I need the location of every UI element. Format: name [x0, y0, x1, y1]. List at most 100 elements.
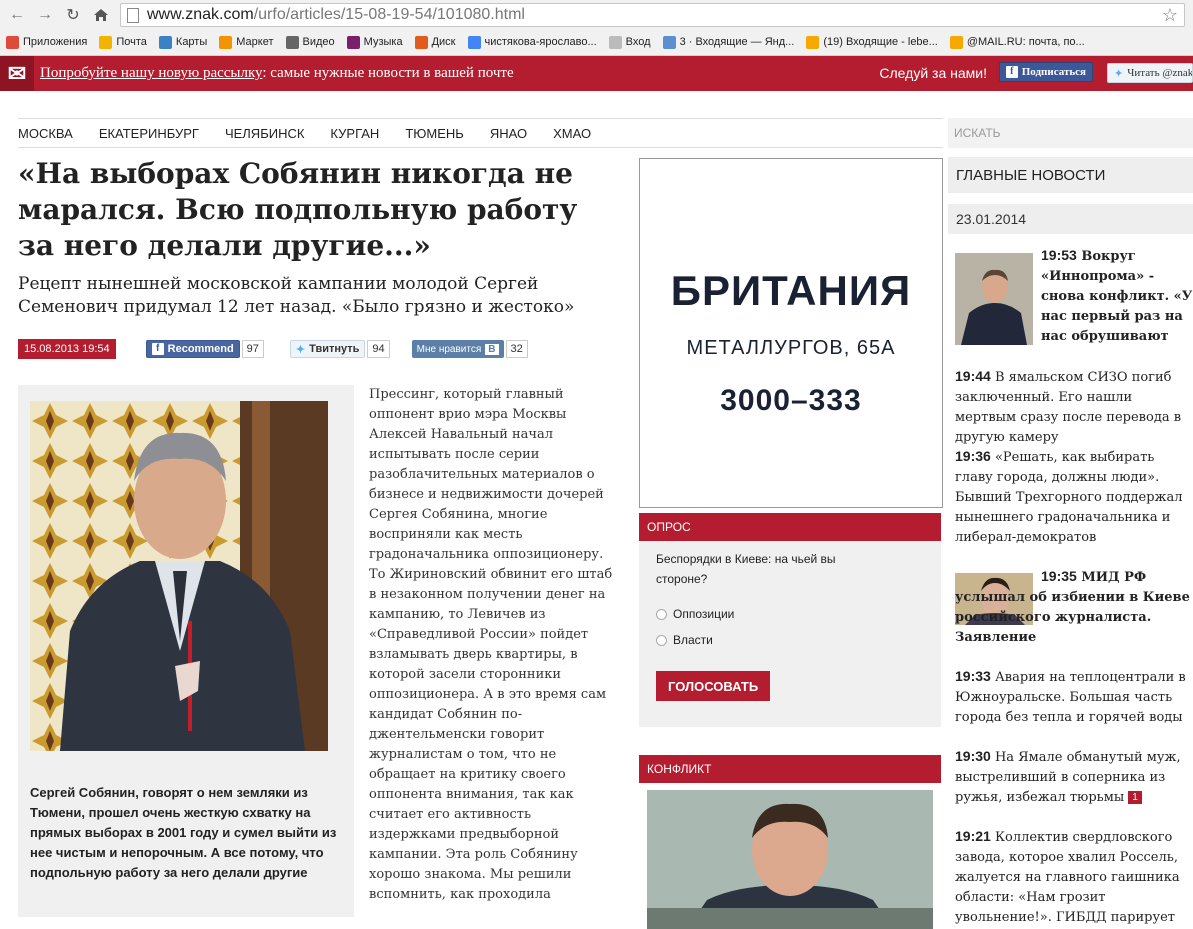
- bookmark-item[interactable]: Почта: [99, 35, 147, 49]
- news-time: 19:53: [1041, 247, 1077, 263]
- city-link[interactable]: ТЮМЕНЬ: [405, 126, 464, 141]
- bookmark-item[interactable]: Вход: [608, 35, 651, 49]
- cities-nav: МОСКВА ЕКАТЕРИНБУРГ ЧЕЛЯБИНСК КУРГАН ТЮМЕНЬ Я…: [18, 118, 943, 148]
- ad-banner[interactable]: БРИТАНИЯ МЕТАЛЛУРГОВ, 65А 3000–333: [639, 158, 943, 508]
- envelope-icon: ✉: [0, 56, 34, 91]
- city-link[interactable]: КУРГАН: [330, 126, 379, 141]
- disk-icon: [414, 35, 428, 49]
- forward-arrow-icon[interactable]: →: [36, 6, 54, 24]
- city-link[interactable]: ХМАО: [553, 126, 591, 141]
- reload-icon[interactable]: ↻: [64, 6, 82, 24]
- vk-like-label: Мне нравится: [416, 343, 482, 355]
- bookmark-item[interactable]: @MAIL.RU: почта, по...: [949, 35, 1085, 49]
- article-body: Прессинг, который главный оппонент врио …: [369, 387, 613, 902]
- url-path: /urfo/articles/15-08-19-54/101080.html: [253, 6, 525, 23]
- bookmark-item[interactable]: Диск: [414, 35, 456, 49]
- poll-option-government[interactable]: Власти: [656, 633, 713, 647]
- bookmark-label: Приложения: [23, 36, 88, 48]
- fb-count: 97: [241, 340, 264, 358]
- ad-phone: 3000–333: [720, 384, 862, 417]
- bookmark-item[interactable]: Музыка: [346, 35, 403, 49]
- apps-grid-icon: [6, 35, 19, 49]
- bookmark-label: 3 · Входящие — Янд...: [679, 36, 795, 48]
- back-arrow-icon[interactable]: ←: [8, 6, 26, 24]
- page-icon: [608, 35, 622, 49]
- article-date: 15.08.2013 19:54: [18, 339, 116, 359]
- news-text: Вокруг «Иннопрома» - снова конфликт. «У …: [1041, 249, 1193, 344]
- vk-like-button[interactable]: Мне нравится B: [411, 340, 504, 358]
- news-time: 19:30: [955, 748, 991, 764]
- news-item-7[interactable]: 19:21 Коллектив свердловского завода, ко…: [955, 826, 1193, 926]
- bookmark-item[interactable]: чистякова-ярославо...: [467, 35, 597, 49]
- home-icon[interactable]: [92, 6, 110, 24]
- search-input[interactable]: ИСКАТЬ: [948, 118, 1193, 148]
- radio-button[interactable]: [656, 608, 667, 620]
- facebook-recommend-button[interactable]: f Recommend: [145, 340, 240, 358]
- twitter-share: ✦ Твитнуть 94: [289, 340, 390, 358]
- city-link[interactable]: ЕКАТЕРИНБУРГ: [99, 126, 199, 141]
- tweet-button[interactable]: ✦ Твитнуть: [289, 340, 366, 358]
- bookmark-star-icon[interactable]: ☆: [1162, 5, 1178, 26]
- bookmark-label: (19) Входящие - lebe...: [823, 36, 938, 48]
- news-date: 23.01.2014: [948, 204, 1193, 234]
- bookmark-label: Почта: [116, 36, 147, 48]
- poll-header: ОПРОС: [639, 513, 941, 541]
- bookmark-label: Музыка: [363, 36, 403, 48]
- news-item-1[interactable]: 19:53 Вокруг «Иннопрома» - снова конфлик…: [955, 245, 1193, 349]
- poll-option-opposition[interactable]: Оппозиции: [656, 607, 734, 621]
- article-photo-block: Сергей Собянин, говорят о нем земляки из…: [18, 385, 354, 917]
- twitter-bird-icon: ✦: [1114, 67, 1124, 80]
- newsletter-promo-bar: ✉ Попробуйте нашу новую рассылку: самые …: [0, 56, 1193, 91]
- news-text: «Решать, как выбирать главу города, долж…: [955, 450, 1183, 545]
- tweet-label: Твитнуть: [309, 343, 360, 355]
- city-link[interactable]: ЧЕЛЯБИНСК: [225, 126, 304, 141]
- bookmark-label: Диск: [431, 36, 456, 48]
- market-icon: [219, 35, 233, 49]
- photo-caption: Сергей Собянин, говорят о нем земляки из…: [30, 785, 337, 880]
- radio-button[interactable]: [656, 634, 667, 646]
- newsletter-link[interactable]: Попробуйте нашу новую рассылку: [40, 65, 262, 81]
- bookmark-item[interactable]: Маркет: [219, 35, 274, 49]
- address-bar[interactable]: www.znak.com/urfo/articles/15-08-19-54/1…: [120, 3, 1185, 27]
- fb-subscribe-label: Подписаться: [1021, 66, 1086, 78]
- bookmark-label: Вход: [625, 36, 651, 48]
- facebook-icon: f: [151, 343, 164, 355]
- article-meta: 15.08.2013 19:54 f Recommend 97 ✦ Твитнуть…: [18, 339, 528, 359]
- news-item-6[interactable]: 19:30 На Ямале обманутый муж, выстреливш…: [955, 746, 1193, 808]
- bookmark-item[interactable]: Видео: [285, 35, 335, 49]
- article-lead: Рецепт нынешней московской кампании моло…: [18, 274, 575, 317]
- article-title: «На выборах Собянин никогда не марался. …: [18, 157, 578, 262]
- music-icon: [346, 35, 360, 49]
- bookmark-label: Видео: [302, 36, 335, 48]
- poll-widget: Беспорядки в Киеве: на чьей вы стороне? …: [639, 541, 941, 727]
- news-item-4[interactable]: 19:35 МИД РФ услышал об избиении в Киеве…: [955, 566, 1193, 646]
- bookmark-item[interactable]: (19) Входящие - lebe...: [806, 35, 938, 49]
- bookmark-label: чистякова-ярославо...: [484, 36, 597, 48]
- conflict-header: КОНФЛИКТ: [639, 755, 941, 783]
- article-photo[interactable]: [30, 401, 328, 751]
- bookmark-item[interactable]: 3 · Входящие — Янд...: [662, 35, 795, 49]
- page-icon: [127, 7, 139, 23]
- bookmarks-bar: Приложения Почта Карты Маркет Видео Музыка Дис…: [0, 30, 1193, 54]
- vote-button[interactable]: ГОЛОСОВАТЬ: [656, 671, 771, 701]
- twitter-follow-button[interactable]: ✦ Читать @znak: [1107, 63, 1193, 83]
- comment-count-badge[interactable]: 1: [1128, 791, 1142, 804]
- promo-text[interactable]: Попробуйте нашу новую рассылку: самые ну…: [40, 65, 514, 82]
- poll-option-label: Оппозиции: [673, 607, 735, 621]
- facebook-subscribe-button[interactable]: f Подписаться: [998, 62, 1093, 82]
- ad-address: МЕТАЛЛУРГОВ, 65А: [686, 337, 896, 359]
- city-link[interactable]: ЯНАО: [490, 126, 527, 141]
- poll-question: Беспорядки в Киеве: на чьей вы стороне?: [656, 552, 836, 586]
- promo-rest-text: : самые нужные новости в вашей почте: [262, 65, 514, 81]
- bookmark-item[interactable]: Карты: [158, 35, 208, 49]
- conflict-photo[interactable]: [647, 790, 933, 929]
- news-item-2[interactable]: 19:44 В ямальском СИЗО погиб заключенный…: [955, 366, 1193, 448]
- twitter-bird-icon: ✦: [295, 343, 306, 356]
- city-link[interactable]: МОСКВА: [18, 126, 73, 141]
- bookmark-label: Карты: [175, 36, 208, 48]
- news-time: 19:33: [955, 668, 991, 684]
- news-item-3[interactable]: 19:36 «Решать, как выбирать главу города…: [955, 446, 1193, 548]
- news-item-5[interactable]: 19:33 Авария на теплоцентрали в Южноурал…: [955, 666, 1193, 728]
- bookmark-item[interactable]: Приложения: [6, 35, 88, 49]
- news-time: 19:21: [955, 828, 991, 844]
